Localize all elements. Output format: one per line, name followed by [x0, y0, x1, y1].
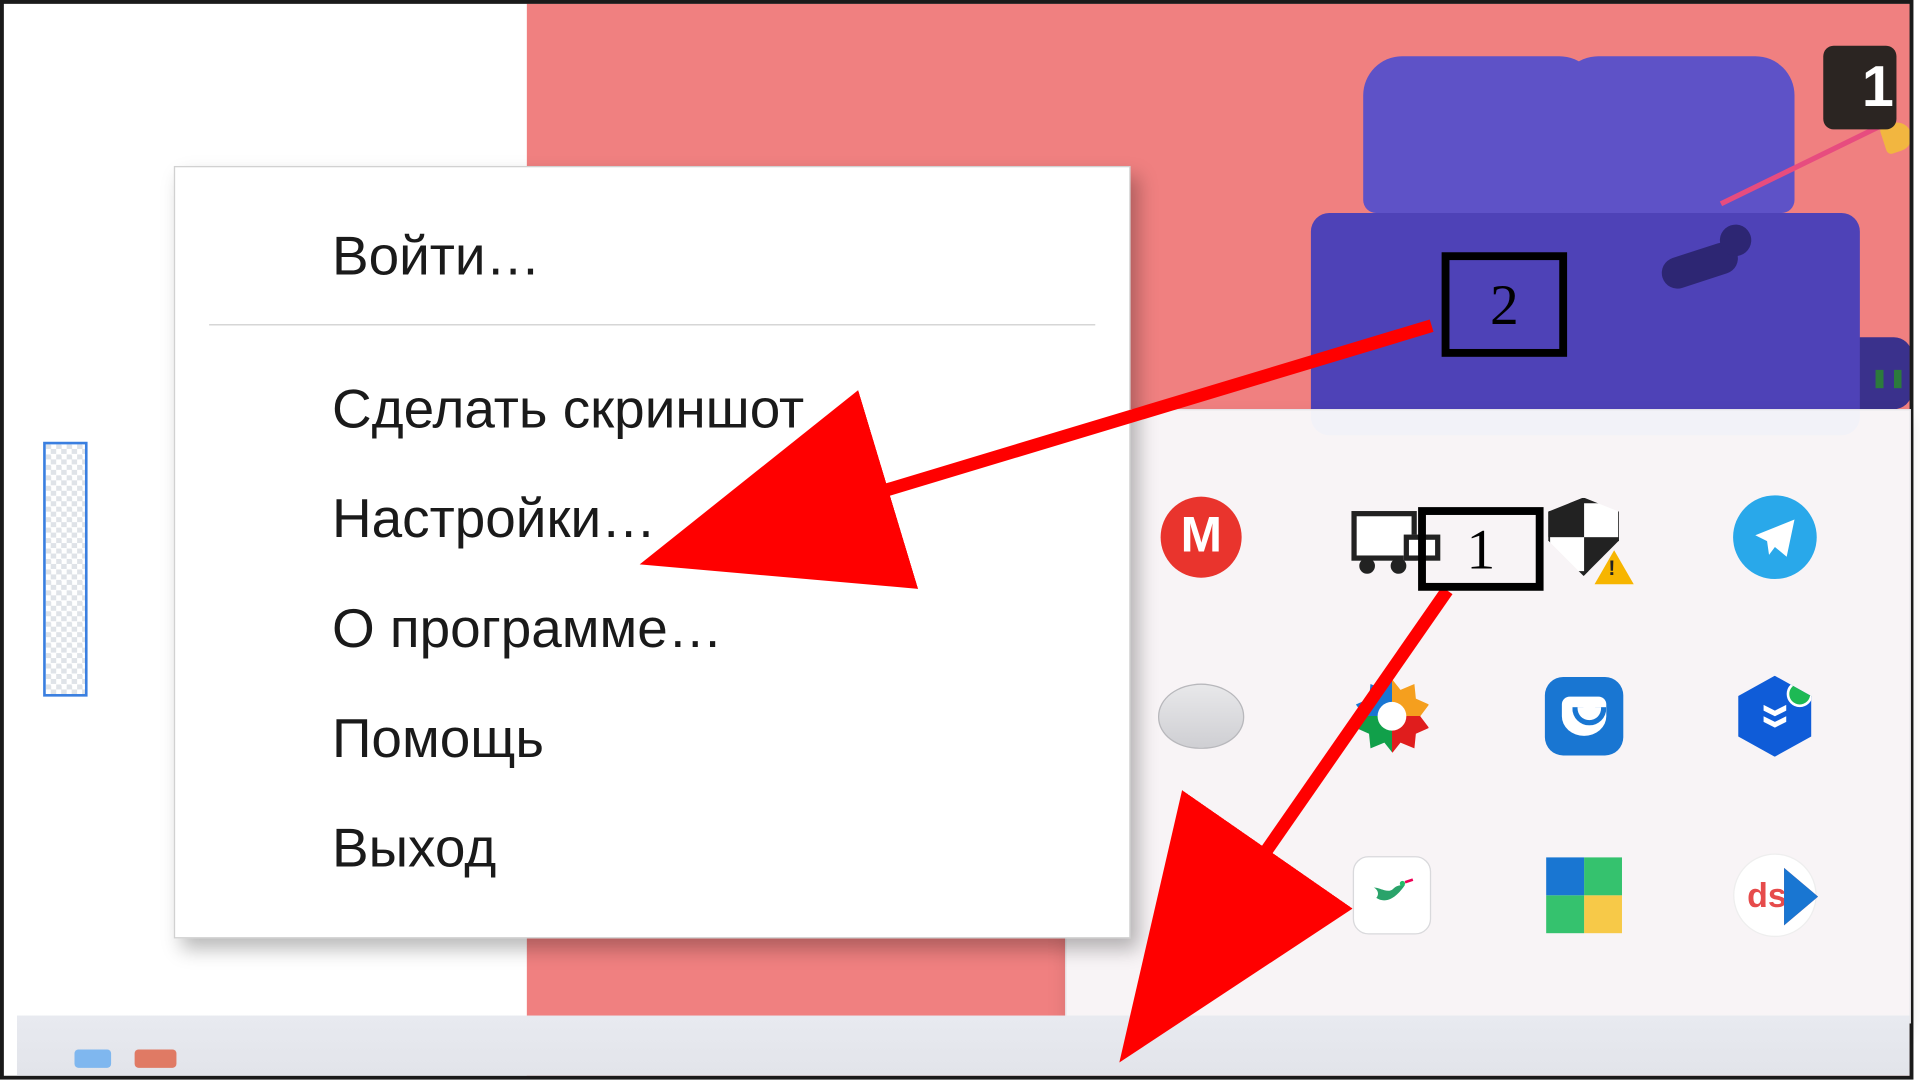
telegram-icon	[1733, 495, 1817, 579]
menu-item-label: Выход	[332, 817, 496, 878]
menu-item-label: Помощь	[332, 707, 544, 768]
mega-icon: M	[1161, 496, 1242, 577]
system-tray-overflow: M	[1065, 409, 1911, 1023]
disc-tray-icon[interactable]	[1157, 672, 1246, 761]
hex-icon	[1734, 676, 1815, 757]
menu-item-exit[interactable]: Выход	[175, 793, 1129, 903]
lightshot-tray-icon[interactable]	[1157, 851, 1246, 940]
menu-separator	[209, 324, 1095, 325]
colibri-tray-icon[interactable]	[1348, 851, 1437, 940]
taskbar-edge	[17, 1016, 1910, 1076]
date-badge-text: 1	[1862, 55, 1894, 120]
menu-item-label: Войти…	[332, 225, 541, 286]
defender-tray-icon[interactable]	[1539, 492, 1628, 581]
annotation-step-label: 1	[1466, 516, 1495, 583]
gear-icon	[1356, 680, 1429, 753]
ds-play-icon: ds	[1733, 854, 1817, 938]
annotation-step-2: 2	[1442, 252, 1567, 357]
menu-item-label: Сделать скриншот	[332, 378, 804, 439]
annotation-step-1: 1	[1418, 507, 1543, 591]
menu-item-help[interactable]: Помощь	[175, 684, 1129, 794]
warning-overlay-icon	[1594, 550, 1633, 584]
tray-context-menu: Войти… Сделать скриншот Настройки… О про…	[174, 166, 1131, 938]
menu-item-label: Настройки…	[332, 488, 656, 549]
decorative-grass	[1876, 370, 1910, 388]
mega-tray-icon[interactable]: M	[1157, 492, 1246, 581]
screenshot-canvas: 1 M	[0, 0, 1920, 1080]
annotation-step-label: 2	[1490, 271, 1519, 338]
menu-item-label: О программе…	[332, 597, 723, 658]
ds-tray-icon[interactable]: ds	[1730, 851, 1819, 940]
settings-tray-icon[interactable]	[1348, 672, 1437, 761]
menu-item-screenshot[interactable]: Сделать скриншот	[175, 354, 1129, 464]
feather-icon	[1150, 843, 1253, 949]
cropped-desktop-region: 1 M	[0, 0, 1913, 1080]
selection-handle[interactable]	[43, 442, 87, 697]
ms-tiles-tray-icon[interactable]	[1539, 851, 1628, 940]
menu-item-login[interactable]: Войти…	[175, 201, 1129, 311]
quad-tiles-icon	[1546, 858, 1622, 934]
menu-item-about[interactable]: О программе…	[175, 574, 1129, 684]
shell-icon	[1158, 684, 1244, 749]
driver-tray-icon[interactable]	[1730, 672, 1819, 761]
pocket-tray-icon[interactable]	[1539, 672, 1628, 761]
pocket-icon	[1544, 677, 1622, 755]
date-badge: 1	[1823, 46, 1896, 130]
menu-item-settings[interactable]: Настройки…	[175, 464, 1129, 574]
telegram-tray-icon[interactable]	[1730, 492, 1819, 581]
hummingbird-icon	[1353, 856, 1431, 934]
